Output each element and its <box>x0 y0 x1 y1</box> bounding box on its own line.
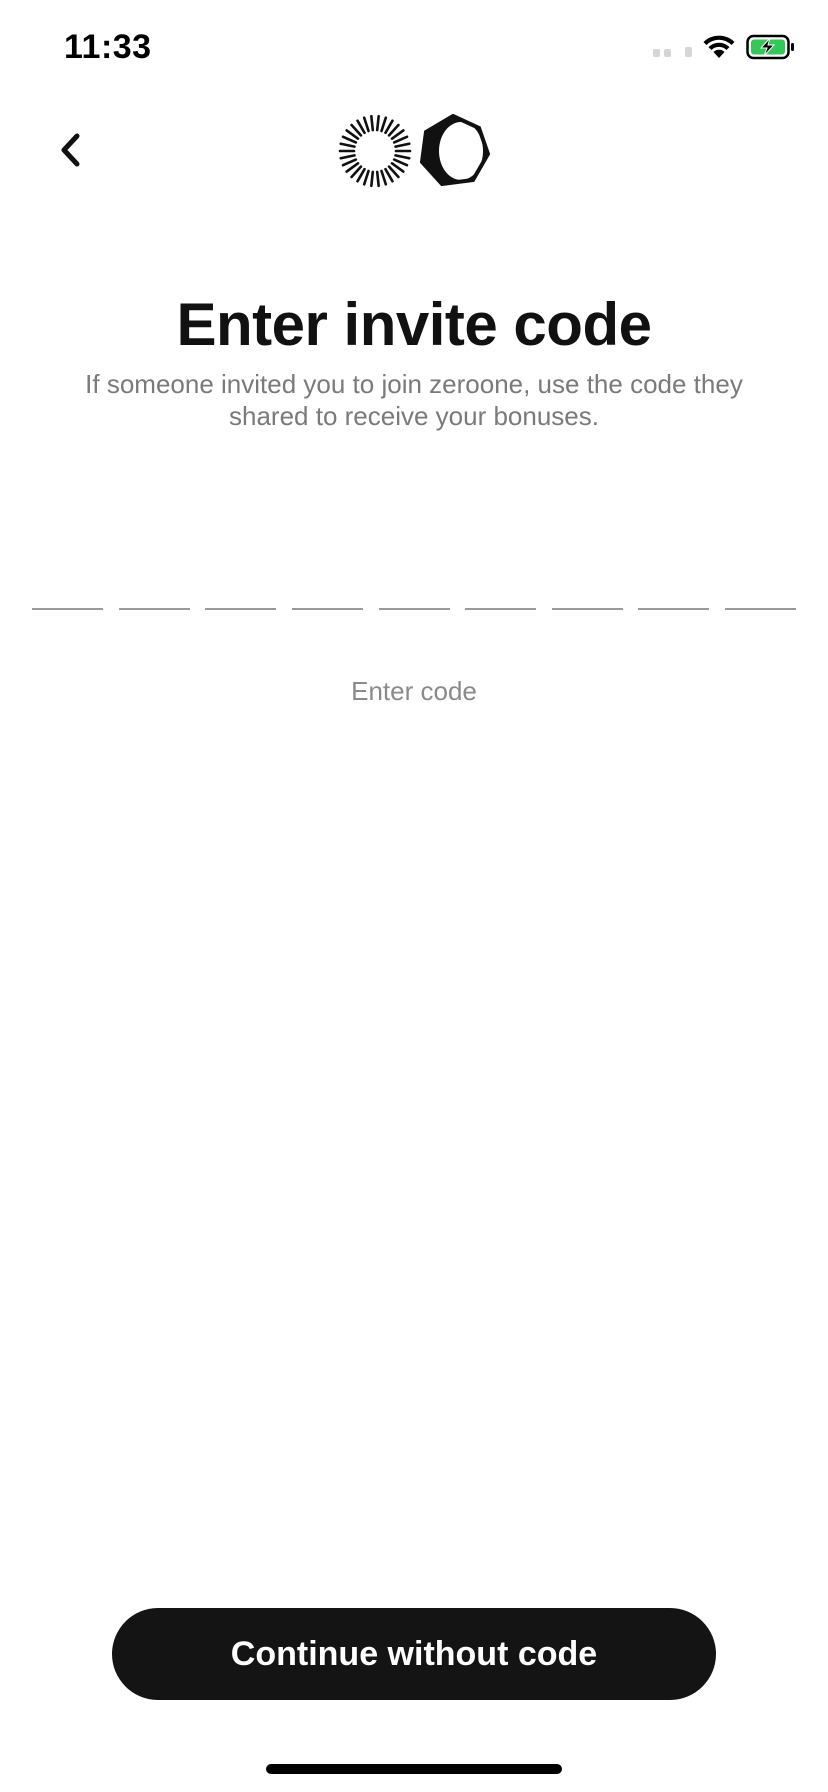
continue-without-code-button[interactable]: Continue without code <box>112 1608 716 1700</box>
page-subtitle: If someone invited you to join zeroone, … <box>85 369 743 431</box>
wifi-icon <box>703 35 735 58</box>
code-slot[interactable] <box>378 560 450 610</box>
sunburst-logo-icon <box>338 114 412 188</box>
code-slot[interactable] <box>551 560 623 610</box>
cellular-signal-icon <box>653 37 692 57</box>
code-slot[interactable] <box>638 560 710 610</box>
chevron-left-icon <box>61 133 80 167</box>
status-bar: 11:33 <box>0 0 828 100</box>
app-logo <box>338 114 490 188</box>
invite-code-screen: 11:33 Enter invite code If someone invit… <box>0 0 828 1792</box>
back-button[interactable] <box>40 120 100 180</box>
home-indicator <box>266 1764 562 1774</box>
battery-charging-icon <box>746 34 794 60</box>
code-slot[interactable] <box>118 560 190 610</box>
enter-code-hint: Enter code <box>351 676 477 706</box>
code-slot[interactable] <box>32 560 103 610</box>
status-time: 11:33 <box>64 28 152 66</box>
code-slot[interactable] <box>465 560 537 610</box>
code-slot[interactable] <box>291 560 363 610</box>
status-icons <box>653 34 796 60</box>
code-slot[interactable] <box>725 560 796 610</box>
header <box>0 110 828 190</box>
invite-code-input[interactable] <box>32 560 796 610</box>
heptagon-logo-icon <box>419 114 490 187</box>
page-title: Enter invite code <box>176 291 652 358</box>
code-slot[interactable] <box>205 560 277 610</box>
